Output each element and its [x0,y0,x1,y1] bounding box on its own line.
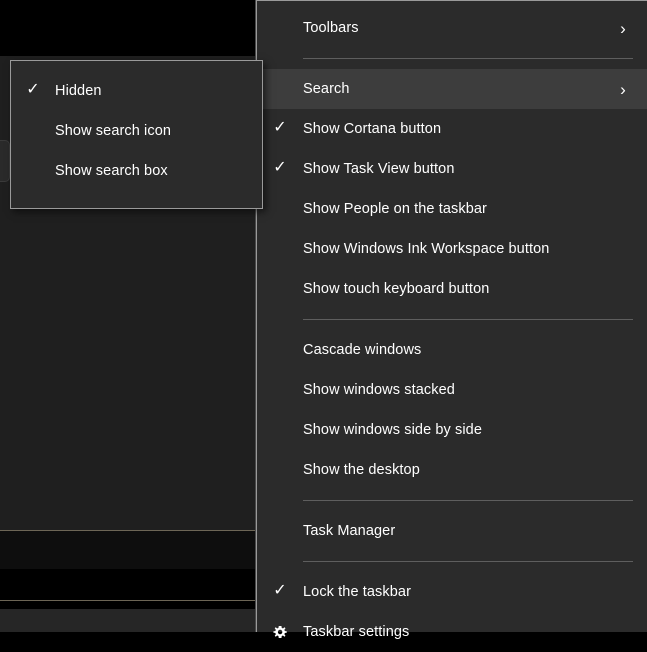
gear-slot [257,624,303,640]
menu-item-show-windows-ink-workspace-button[interactable]: Show Windows Ink Workspace button [257,229,647,269]
menu-item-show-touch-keyboard-button[interactable]: Show touch keyboard button [257,269,647,309]
menu-item-cascade-windows[interactable]: Cascade windows [257,330,647,370]
checkmark-icon: ✓ [273,159,287,176]
menu-item-show-people-on-the-taskbar[interactable]: Show People on the taskbar [257,189,647,229]
taskbar-context-menu[interactable]: Toolbars › Search › ✓ Show Cortana butto… [256,0,647,639]
menu-item-label: Task Manager [303,522,396,539]
chevron-right-icon: › [620,79,626,99]
checkmark-icon: ✓ [26,81,40,98]
chevron-right-icon: › [620,18,626,38]
menu-item-show-the-desktop[interactable]: Show the desktop [257,450,647,490]
menu-separator-2 [303,319,633,320]
menu-item-show-windows-stacked[interactable]: Show windows stacked [257,370,647,410]
submenu-item-hidden[interactable]: ✓ Hidden [11,71,262,111]
menu-item-label: Show Task View button [303,160,455,177]
submenu-item-show-search-box[interactable]: Show search box [11,151,262,191]
check-slot: ✓ [257,159,303,177]
menu-item-label: Show windows side by side [303,421,483,438]
submenu-item-label: Show search icon [55,122,172,139]
checkmark-icon: ✓ [273,119,287,136]
submenu-item-show-search-icon[interactable]: Show search icon [11,111,262,151]
menu-item-lock-the-taskbar[interactable]: ✓ Lock the taskbar [257,572,647,612]
search-submenu-flyout[interactable]: ✓ Hidden Show search icon Show search bo… [10,60,263,209]
menu-item-show-windows-side-by-side[interactable]: Show windows side by side [257,410,647,450]
menu-item-label: Show People on the taskbar [303,200,487,217]
check-slot: ✓ [257,582,303,600]
menu-item-task-manager[interactable]: Task Manager [257,511,647,551]
menu-item-label: Toolbars [303,19,359,36]
submenu-item-label: Show search box [55,162,168,179]
menu-item-label: Cascade windows [303,341,422,358]
check-slot: ✓ [11,81,55,99]
menu-item-label: Search [303,80,350,97]
menu-item-taskbar-settings[interactable]: Taskbar settings [257,612,647,652]
menu-item-label: Show the desktop [303,461,420,478]
checkmark-icon: ✓ [273,582,287,599]
menu-item-toolbars[interactable]: Toolbars › [257,8,647,48]
taskbar-chip[interactable] [0,140,10,182]
menu-item-label: Taskbar settings [303,623,410,640]
menu-separator-1 [303,58,633,59]
menu-item-search[interactable]: Search › [257,69,647,109]
menu-item-label: Lock the taskbar [303,583,411,600]
gear-icon [272,624,288,640]
menu-item-label: Show windows stacked [303,381,455,398]
submenu-item-label: Hidden [55,82,102,99]
menu-item-label: Show Windows Ink Workspace button [303,240,550,257]
check-slot: ✓ [257,119,303,137]
menu-item-show-task-view-button[interactable]: ✓ Show Task View button [257,149,647,189]
menu-item-show-cortana-button[interactable]: ✓ Show Cortana button [257,109,647,149]
menu-item-label: Show touch keyboard button [303,280,490,297]
menu-separator-3 [303,500,633,501]
menu-separator-4 [303,561,633,562]
menu-item-label: Show Cortana button [303,120,442,137]
